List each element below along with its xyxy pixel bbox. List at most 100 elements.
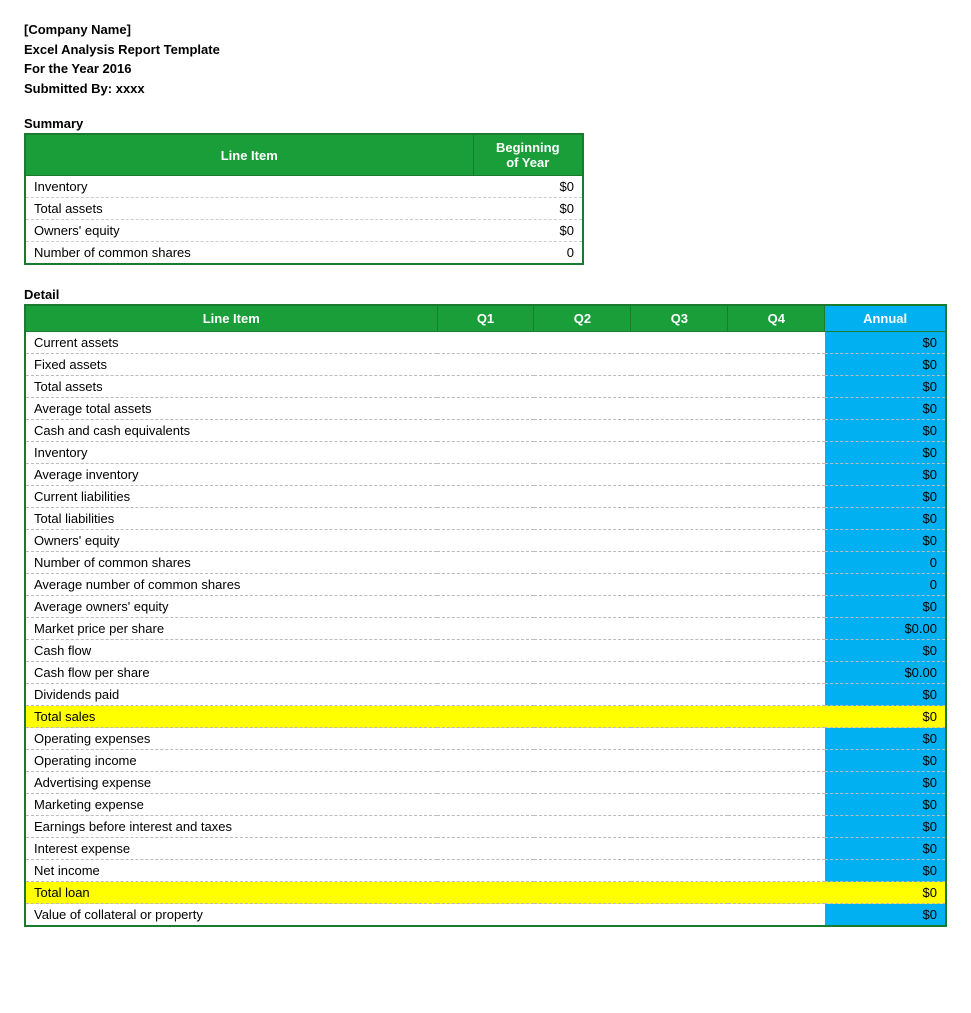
detail-q3 xyxy=(631,904,728,927)
detail-q3 xyxy=(631,838,728,860)
detail-q3 xyxy=(631,640,728,662)
detail-q2 xyxy=(534,882,631,904)
detail-item: Number of common shares xyxy=(25,552,437,574)
detail-q1 xyxy=(437,640,534,662)
detail-annual: 0 xyxy=(825,574,946,596)
detail-q2 xyxy=(534,486,631,508)
detail-q3 xyxy=(631,662,728,684)
detail-row: Interest expense $0 xyxy=(25,838,946,860)
detail-row: Market price per share $0.00 xyxy=(25,618,946,640)
detail-q1 xyxy=(437,508,534,530)
detail-item: Average inventory xyxy=(25,464,437,486)
detail-q1 xyxy=(437,574,534,596)
detail-row: Cash flow per share $0.00 xyxy=(25,662,946,684)
detail-annual: $0 xyxy=(825,420,946,442)
detail-row: Current liabilities $0 xyxy=(25,486,946,508)
detail-item: Operating income xyxy=(25,750,437,772)
detail-row: Inventory $0 xyxy=(25,442,946,464)
detail-q4 xyxy=(728,684,825,706)
detail-row: Value of collateral or property $0 xyxy=(25,904,946,927)
detail-col-q3: Q3 xyxy=(631,305,728,332)
detail-row: Operating income $0 xyxy=(25,750,946,772)
detail-q1 xyxy=(437,750,534,772)
detail-q4 xyxy=(728,420,825,442)
detail-q1 xyxy=(437,486,534,508)
detail-q3 xyxy=(631,860,728,882)
detail-q4 xyxy=(728,772,825,794)
detail-q2 xyxy=(534,860,631,882)
detail-annual: $0 xyxy=(825,904,946,927)
detail-col-annual: Annual xyxy=(825,305,946,332)
detail-q1 xyxy=(437,882,534,904)
detail-annual: $0 xyxy=(825,772,946,794)
detail-q3 xyxy=(631,486,728,508)
detail-item: Market price per share xyxy=(25,618,437,640)
detail-q4 xyxy=(728,816,825,838)
detail-row: Owners' equity $0 xyxy=(25,530,946,552)
detail-item: Fixed assets xyxy=(25,354,437,376)
detail-row: Average inventory $0 xyxy=(25,464,946,486)
detail-annual: $0 xyxy=(825,464,946,486)
detail-row: Cash and cash equivalents $0 xyxy=(25,420,946,442)
detail-q4 xyxy=(728,486,825,508)
summary-row: Inventory $0 xyxy=(25,176,583,198)
detail-col-q2: Q2 xyxy=(534,305,631,332)
detail-q3 xyxy=(631,420,728,442)
summary-item: Number of common shares xyxy=(25,242,473,265)
summary-col-beginning: Beginningof Year xyxy=(473,134,583,176)
detail-q1 xyxy=(437,420,534,442)
summary-value: 0 xyxy=(473,242,583,265)
detail-q3 xyxy=(631,464,728,486)
detail-annual: $0 xyxy=(825,838,946,860)
detail-row: Earnings before interest and taxes $0 xyxy=(25,816,946,838)
detail-item: Average number of common shares xyxy=(25,574,437,596)
detail-q1 xyxy=(437,530,534,552)
detail-q2 xyxy=(534,464,631,486)
detail-row: Average total assets $0 xyxy=(25,398,946,420)
detail-q1 xyxy=(437,596,534,618)
header-block: [Company Name] Excel Analysis Report Tem… xyxy=(24,20,947,98)
detail-q2 xyxy=(534,442,631,464)
detail-q3 xyxy=(631,596,728,618)
detail-q4 xyxy=(728,838,825,860)
summary-item: Total assets xyxy=(25,198,473,220)
detail-row: Cash flow $0 xyxy=(25,640,946,662)
detail-q1 xyxy=(437,772,534,794)
summary-section: Summary Line Item Beginningof Year Inven… xyxy=(24,116,947,265)
detail-q2 xyxy=(534,508,631,530)
summary-label: Summary xyxy=(24,116,947,131)
detail-annual: $0.00 xyxy=(825,662,946,684)
detail-q4 xyxy=(728,508,825,530)
detail-row: Marketing expense $0 xyxy=(25,794,946,816)
detail-col-q1: Q1 xyxy=(437,305,534,332)
detail-q4 xyxy=(728,596,825,618)
detail-q2 xyxy=(534,816,631,838)
detail-annual: $0 xyxy=(825,530,946,552)
detail-item: Cash flow per share xyxy=(25,662,437,684)
detail-q3 xyxy=(631,332,728,354)
detail-q4 xyxy=(728,530,825,552)
summary-item: Inventory xyxy=(25,176,473,198)
detail-row: Number of common shares 0 xyxy=(25,552,946,574)
detail-q1 xyxy=(437,816,534,838)
detail-q4 xyxy=(728,706,825,728)
detail-item: Owners' equity xyxy=(25,530,437,552)
detail-annual: $0 xyxy=(825,860,946,882)
detail-item: Total liabilities xyxy=(25,508,437,530)
detail-row: Dividends paid $0 xyxy=(25,684,946,706)
detail-q3 xyxy=(631,706,728,728)
submitted-by: Submitted By: xxxx xyxy=(24,79,947,99)
detail-annual: $0.00 xyxy=(825,618,946,640)
detail-row: Fixed assets $0 xyxy=(25,354,946,376)
detail-annual: $0 xyxy=(825,706,946,728)
detail-table: Line Item Q1 Q2 Q3 Q4 Annual Current ass… xyxy=(24,304,947,927)
detail-item: Net income xyxy=(25,860,437,882)
detail-q3 xyxy=(631,552,728,574)
detail-q4 xyxy=(728,640,825,662)
detail-label: Detail xyxy=(24,287,947,302)
detail-q1 xyxy=(437,376,534,398)
detail-q3 xyxy=(631,442,728,464)
detail-item: Average owners' equity xyxy=(25,596,437,618)
detail-q3 xyxy=(631,618,728,640)
detail-item: Total sales xyxy=(25,706,437,728)
